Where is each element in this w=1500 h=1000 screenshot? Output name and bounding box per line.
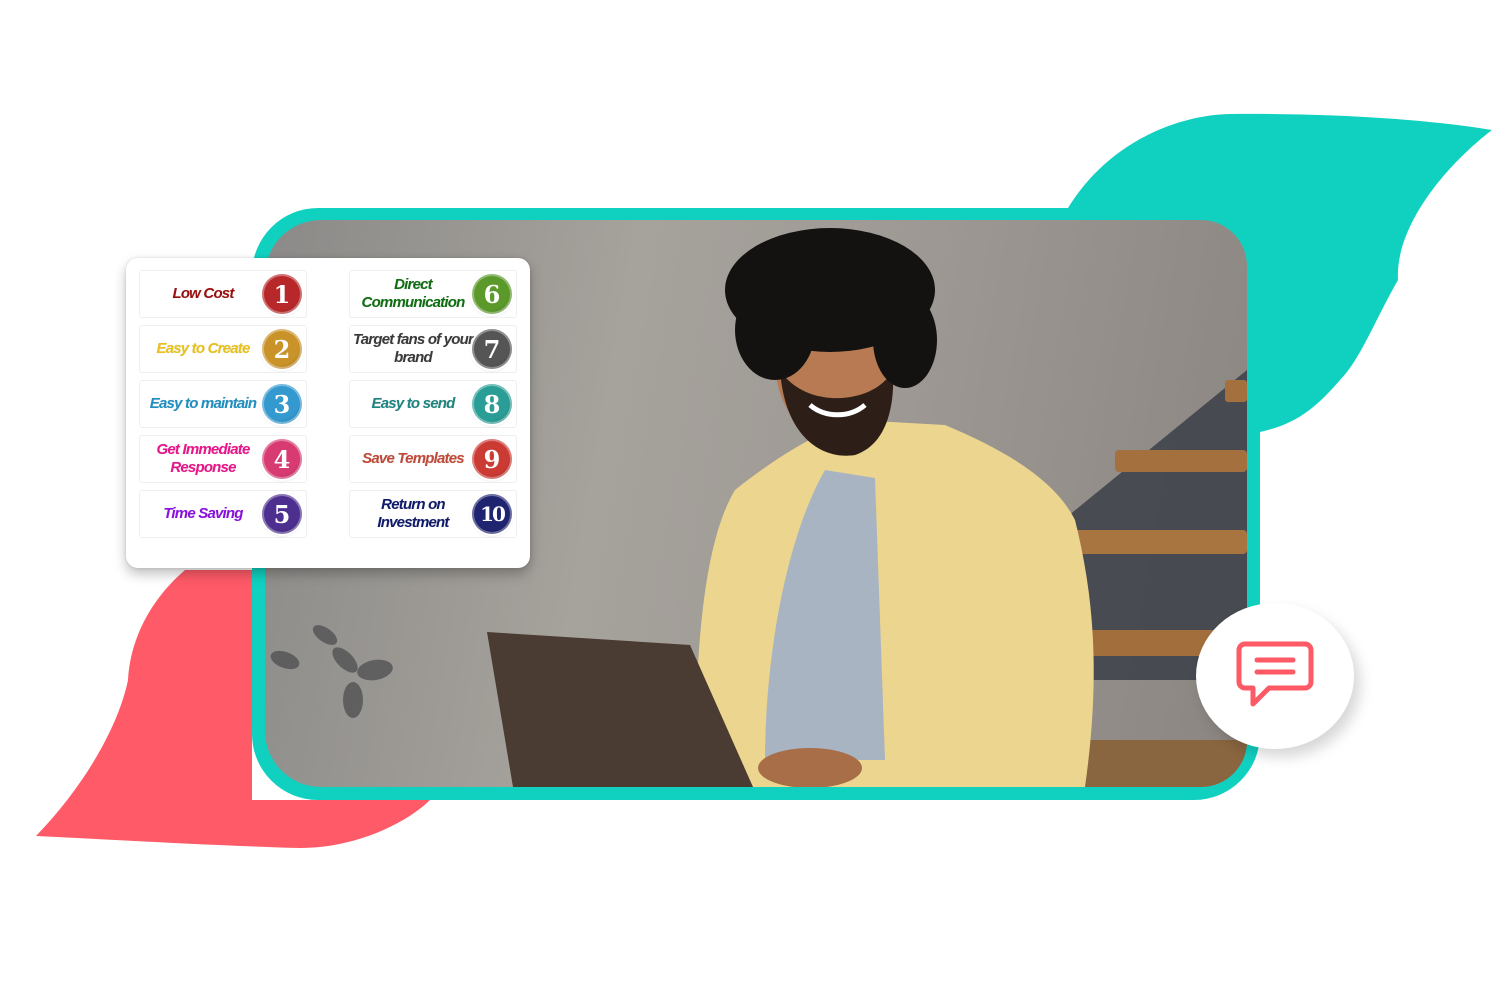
stair-step [1115,450,1247,472]
hair [873,292,937,388]
benefit-label: Easy to maintain [149,395,257,412]
number-badge: 2 [262,329,302,369]
benefit-item: Direct Communication 6 [349,270,517,318]
number-badge: 9 [472,439,512,479]
benefit-label: Low Cost [172,285,234,302]
chat-button[interactable] [1196,603,1354,749]
benefits-grid: Low Cost 1 Direct Communication 6 Easy t… [139,270,519,538]
plant [270,625,393,718]
benefit-label: Easy to Create [156,340,250,357]
benefit-item: Target fans of your brand 7 [349,325,517,373]
chat-bubble-icon [1236,641,1314,707]
benefit-item: Get Immediate Response 4 [139,435,307,483]
benefit-label: Time Saving [163,505,243,522]
benefit-label: Easy to send [371,395,456,412]
number-badge: 6 [472,274,512,314]
stair-step [1225,380,1247,402]
benefit-item: Save Templates 9 [349,435,517,483]
benefit-item: Easy to maintain 3 [139,380,307,428]
benefits-card: Low Cost 1 Direct Communication 6 Easy t… [126,258,530,568]
benefit-label: Target fans of your brand [352,331,474,366]
number-badge: 5 [262,494,302,534]
stair-step [1070,530,1247,554]
benefit-label: Save Templates [362,450,464,467]
number-badge: 10 [472,494,512,534]
shirt [695,420,1094,787]
number-badge: 4 [262,439,302,479]
number-badge: 3 [262,384,302,424]
benefit-item: Easy to Create 2 [139,325,307,373]
benefit-label: Return on Investment [377,496,449,531]
benefit-label: Get Immediate Response [156,441,251,476]
number-badge: 8 [472,384,512,424]
number-badge: 1 [262,274,302,314]
hair [735,280,815,380]
benefit-item: Easy to send 8 [349,380,517,428]
benefit-item: Return on Investment 10 [349,490,517,538]
benefit-label: Direct Communication [361,276,466,311]
benefit-item: Time Saving 5 [139,490,307,538]
hand [758,748,862,787]
benefit-item: Low Cost 1 [139,270,307,318]
number-badge: 7 [472,329,512,369]
